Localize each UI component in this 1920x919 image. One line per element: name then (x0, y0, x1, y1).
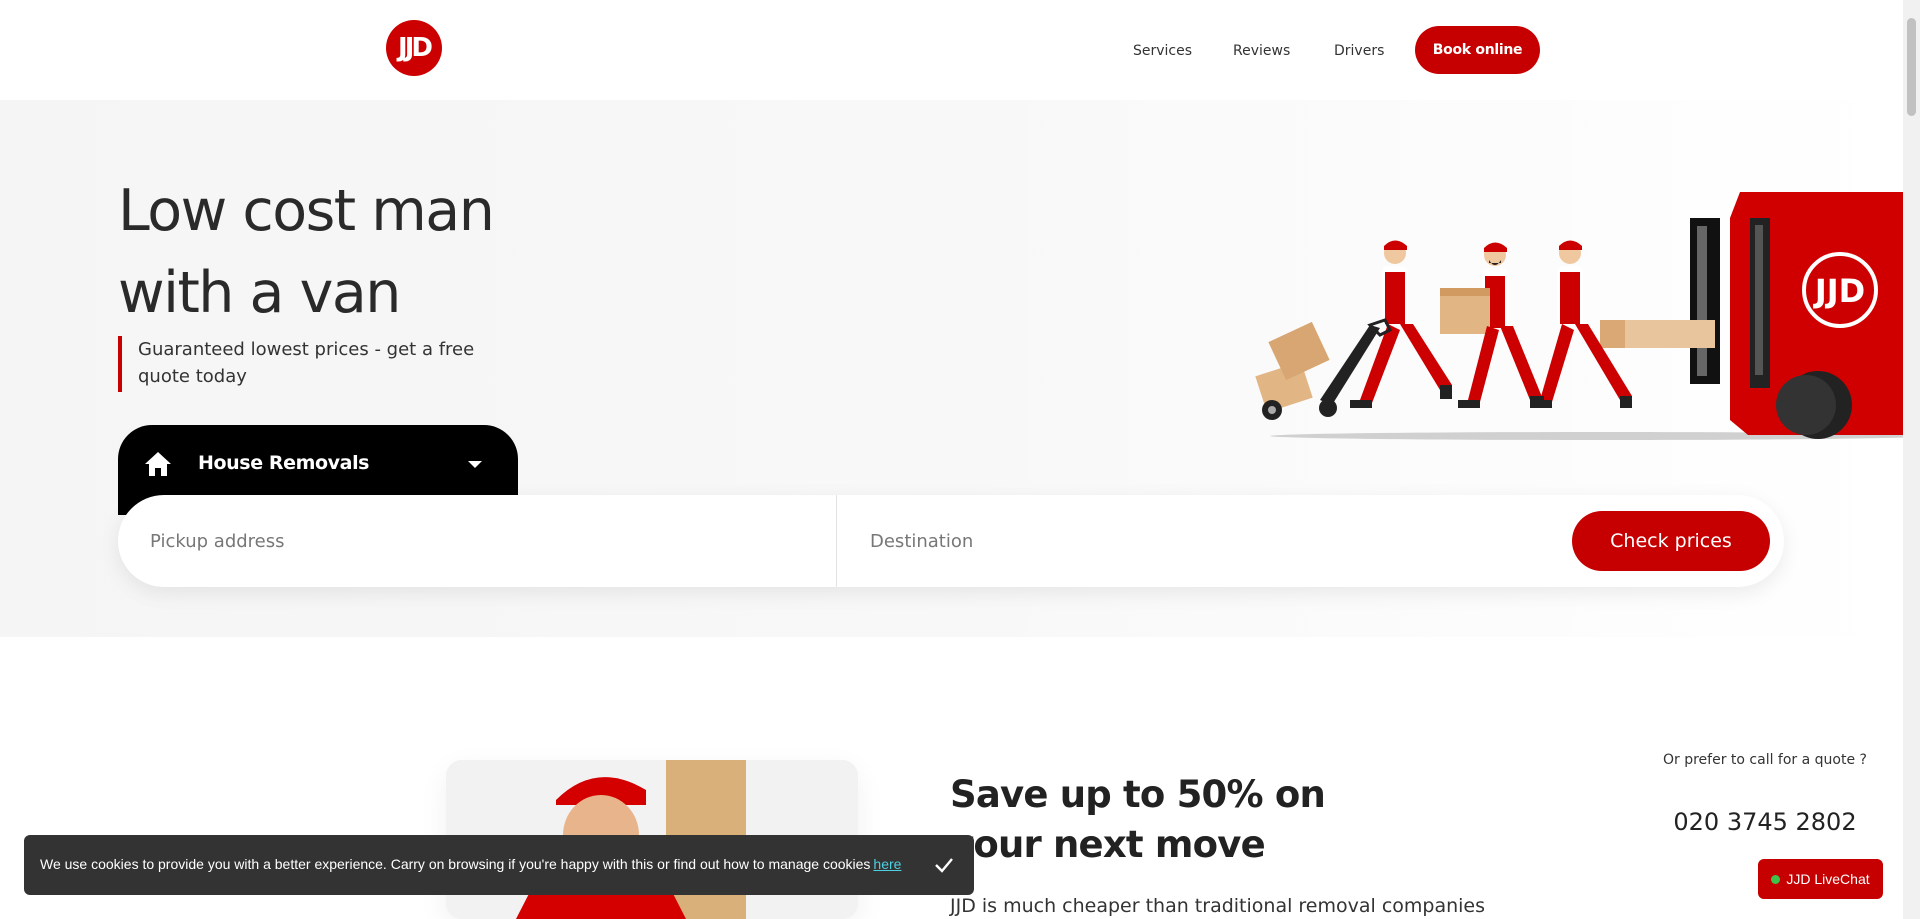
quote-search-bar: Check prices (118, 495, 1784, 587)
search-divider (836, 495, 837, 587)
van-graphic: JJD (1690, 192, 1903, 439)
home-icon (145, 452, 171, 476)
main-nav: Services Reviews Drivers Book online (0, 26, 1903, 76)
book-online-button[interactable]: Book online (1415, 26, 1540, 74)
call-label: Or prefer to call for a quote ? (1663, 752, 1867, 768)
call-number[interactable]: 020 3745 2802 (1640, 808, 1890, 836)
destination-input[interactable] (870, 495, 1670, 587)
nav-drivers[interactable]: Drivers (1334, 43, 1384, 59)
site-header: JJD Services Reviews Drivers Book online (0, 0, 1903, 100)
nav-services[interactable]: Services (1133, 43, 1192, 59)
cookie-banner: We use cookies to provide you with a bet… (24, 835, 974, 895)
check-icon[interactable] (932, 853, 956, 877)
svg-text:JJD: JJD (1813, 272, 1865, 310)
caret-down-icon (468, 461, 482, 468)
save-text: JJD is much cheaper than traditional rem… (950, 895, 1486, 917)
scrollbar[interactable] (1903, 0, 1920, 919)
cookie-link[interactable]: here (873, 856, 901, 872)
check-prices-button[interactable]: Check prices (1572, 511, 1770, 571)
service-selected-label: House Removals (198, 452, 370, 474)
pickup-address-input[interactable] (150, 495, 830, 587)
hero-subtitle: Guaranteed lowest prices - get a free qu… (118, 336, 518, 392)
mover-left (1255, 240, 1452, 420)
online-dot-icon (1771, 874, 1781, 884)
hero-title: Low cost man with a van (118, 178, 495, 326)
scrollbar-thumb[interactable] (1907, 18, 1916, 116)
mover-middle (1440, 242, 1544, 408)
livechat-button[interactable]: JJD LiveChat (1758, 859, 1883, 899)
nav-reviews[interactable]: Reviews (1233, 43, 1290, 59)
movers-van-illustration: JJD (1255, 192, 1903, 440)
save-title: Save up to 50% on your next move (950, 773, 1326, 866)
cookie-text: We use cookies to provide you with a bet… (40, 856, 902, 872)
